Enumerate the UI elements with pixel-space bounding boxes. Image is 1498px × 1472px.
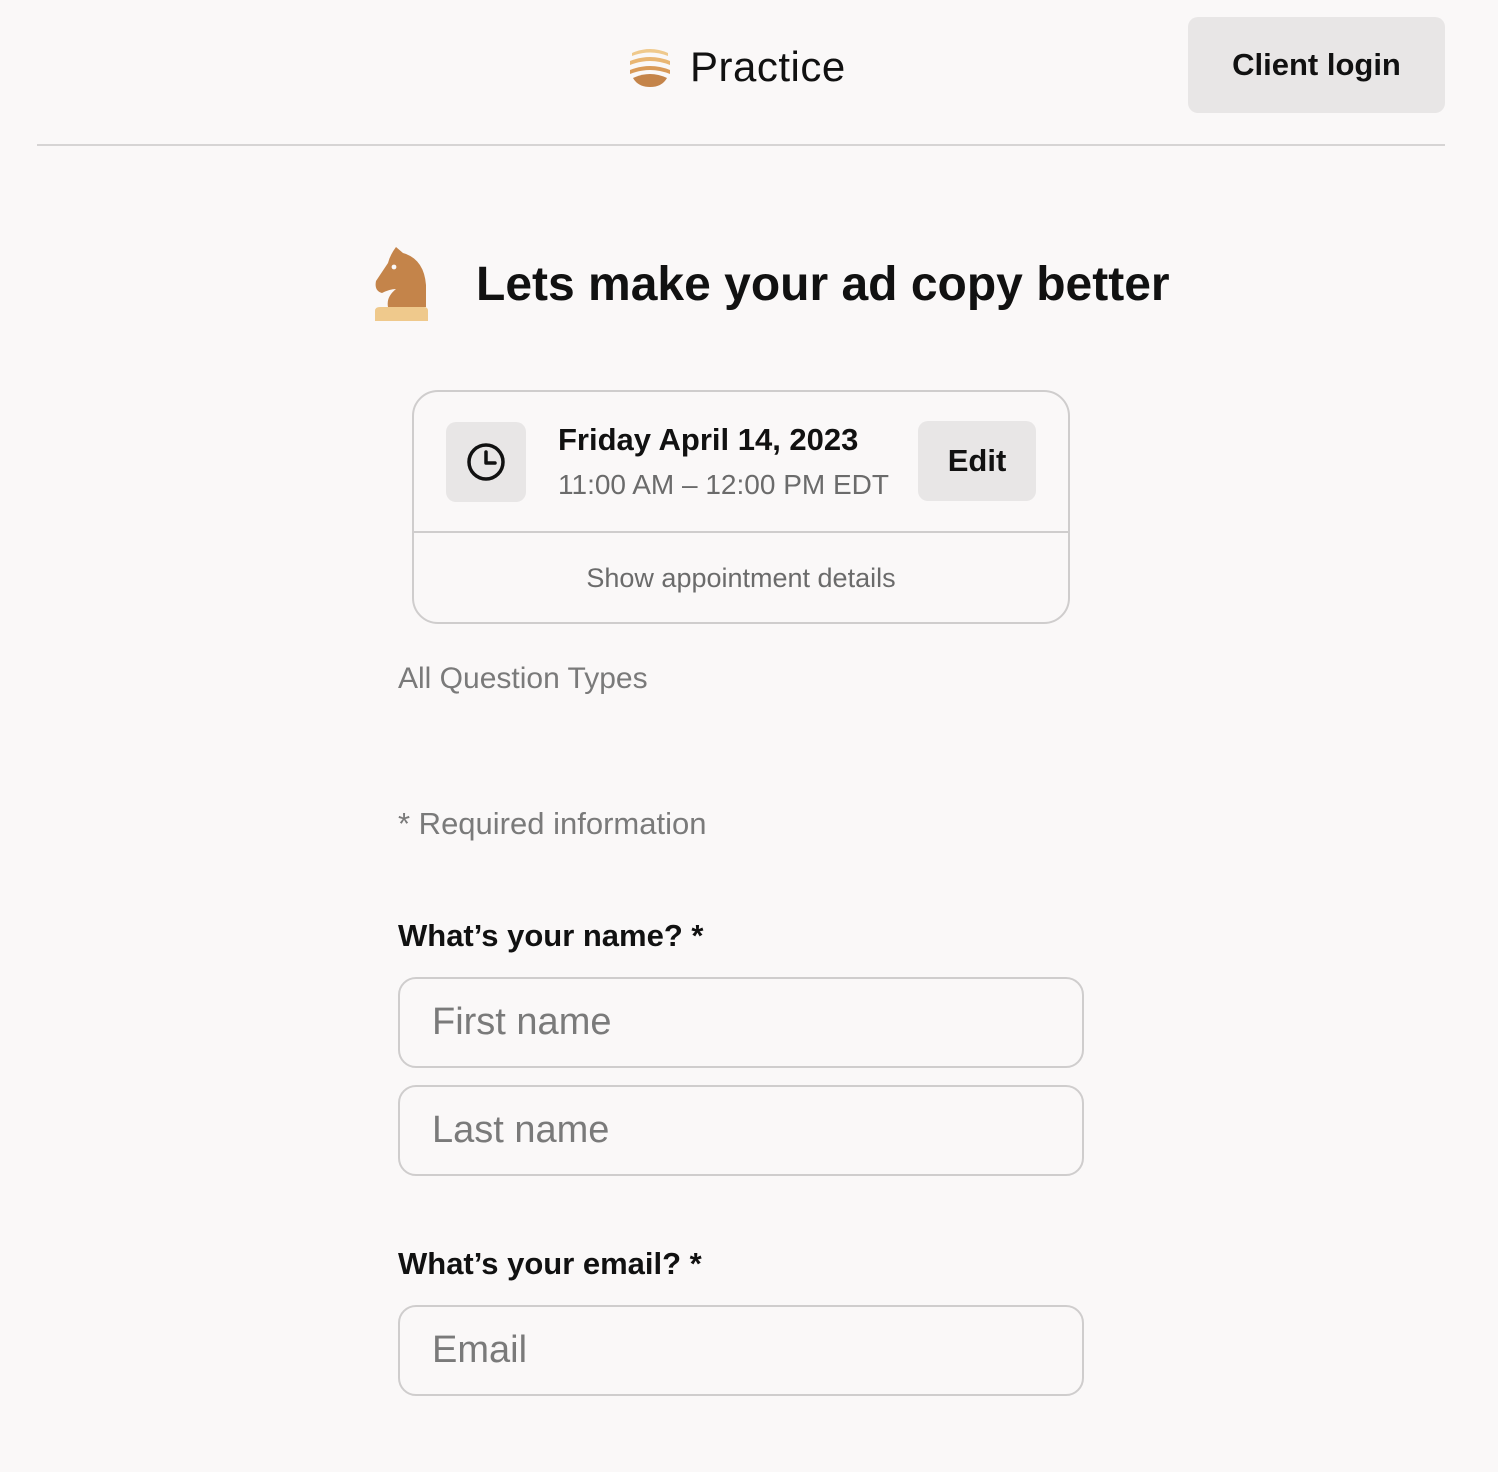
brand-name: Practice xyxy=(690,43,846,90)
email-input[interactable] xyxy=(398,1305,1084,1396)
show-appointment-details-link[interactable]: Show appointment details xyxy=(414,533,1068,622)
knight-icon xyxy=(375,247,428,321)
brand[interactable]: Practice xyxy=(626,40,846,94)
edit-appointment-button[interactable]: Edit xyxy=(918,421,1036,501)
name-question-label: What’s your name? * xyxy=(398,918,704,953)
appointment-time: 11:00 AM – 12:00 PM EDT xyxy=(558,469,889,500)
appointment-summary: Friday April 14, 2023 11:00 AM – 12:00 P… xyxy=(414,392,1068,532)
email-question-label: What’s your email? * xyxy=(398,1246,702,1281)
first-name-input[interactable] xyxy=(398,977,1084,1068)
last-name-input[interactable] xyxy=(398,1085,1084,1176)
clock-icon-box xyxy=(446,422,526,502)
header: Practice Client login xyxy=(0,0,1498,146)
header-divider xyxy=(37,144,1445,146)
page-title: Lets make your ad copy better xyxy=(476,257,1170,311)
appointment-card: Friday April 14, 2023 11:00 AM – 12:00 P… xyxy=(412,390,1070,624)
client-login-button[interactable]: Client login xyxy=(1188,17,1445,113)
required-note: * Required information xyxy=(398,806,707,841)
practice-logo-icon xyxy=(630,49,670,87)
appointment-date: Friday April 14, 2023 xyxy=(558,422,859,457)
title-row: Lets make your ad copy better xyxy=(370,244,1170,324)
booking-page: Practice Client login Lets make your ad … xyxy=(0,0,1498,1472)
section-label: All Question Types xyxy=(398,662,648,695)
clock-icon xyxy=(467,443,505,481)
